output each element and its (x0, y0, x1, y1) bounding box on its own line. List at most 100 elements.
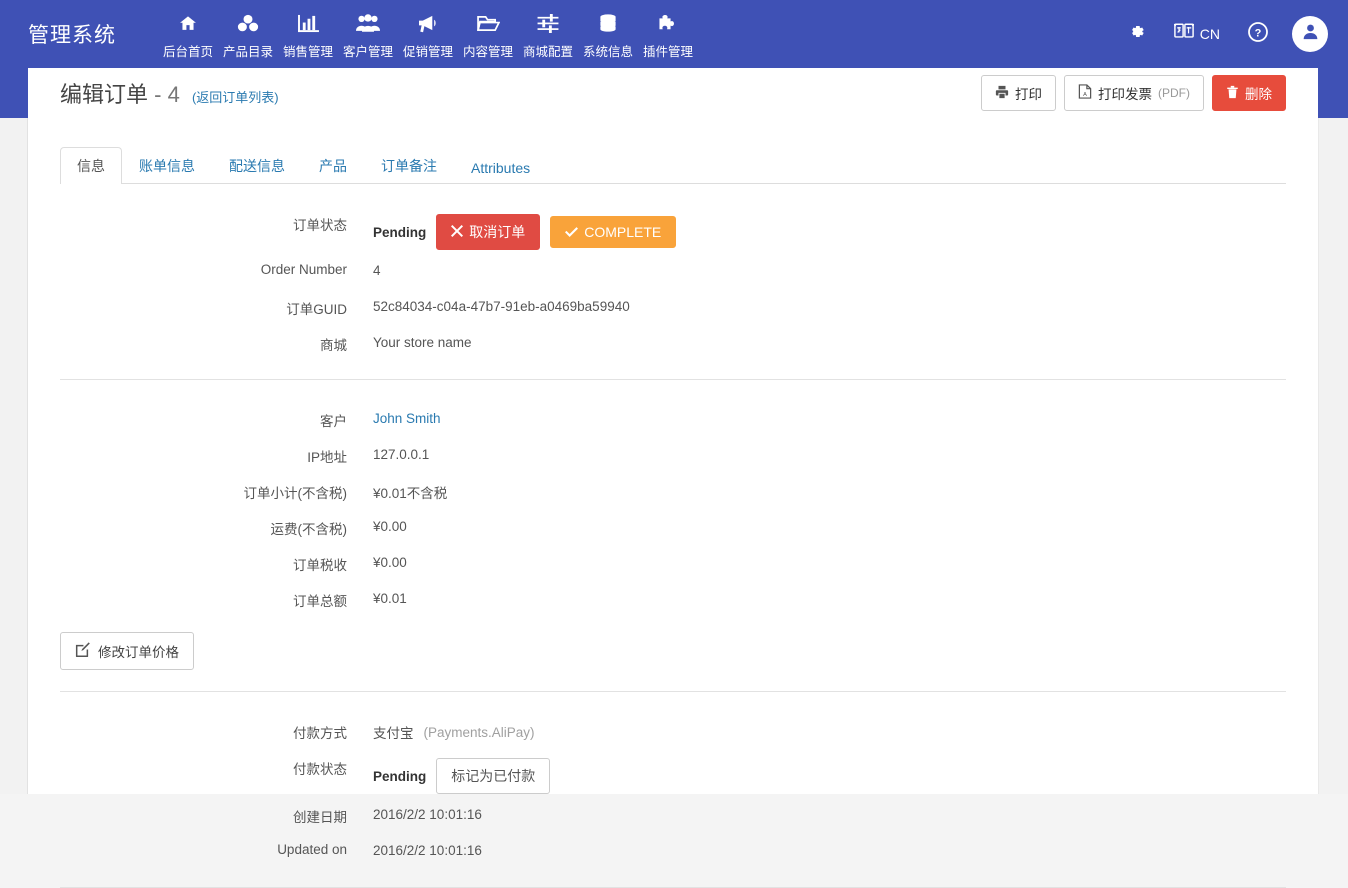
language-switcher[interactable]: CN (1160, 0, 1234, 68)
language-label: CN (1199, 26, 1220, 42)
customer-link[interactable]: John Smith (373, 411, 441, 426)
account-avatar[interactable] (1292, 16, 1328, 52)
edit-order-total-wrap: 修改订单价格 (28, 614, 1318, 670)
tab-billing-info[interactable]: 账单信息 (122, 147, 212, 184)
brand-title: 管理系统 (28, 24, 116, 47)
edit-order-total-label: 修改订单价格 (98, 645, 179, 660)
times-icon (451, 224, 464, 240)
order-info-form: 订单状态 Pending 取消订单 COMPLETE Order Number … (28, 184, 1318, 358)
customer-info-form: 客户 John Smith IP地址 127.0.0.1 订单小计(不含税) ¥… (28, 380, 1318, 614)
tab-attributes[interactable]: Attributes (454, 151, 547, 184)
page-titlebar: 编辑订单 - 4 (返回订单列表) 打印 A 打印发票 (PDF) 删除 (28, 68, 1318, 118)
print-invoice-suffix: (PDF) (1158, 86, 1190, 100)
row-order-total: 订单总额 ¥0.01 (60, 587, 1286, 614)
order-guid-label: 订单GUID (286, 302, 347, 317)
row-ip-address: IP地址 127.0.0.1 (60, 443, 1286, 470)
row-payment-method: 付款方式 支付宝 (Payments.AliPay) (60, 719, 1286, 746)
order-number-label: Order Number (260, 262, 347, 277)
row-updated-on: Updated on 2016/2/2 10:01:16 (60, 839, 1286, 866)
svg-text:?: ? (1255, 27, 1262, 39)
database-icon (598, 10, 618, 36)
print-button[interactable]: 打印 (981, 75, 1056, 111)
print-invoice-pdf-button[interactable]: A 打印发票 (PDF) (1064, 75, 1204, 111)
nav-item-system[interactable]: 系统信息 (578, 8, 638, 60)
nav-item-promotions[interactable]: 促销管理 (398, 8, 458, 60)
row-store: 商城 Your store name (60, 331, 1286, 358)
nav-item-configuration[interactable]: 商城配置 (518, 8, 578, 60)
question-circle-icon: ? (1248, 21, 1268, 47)
row-order-number: Order Number 4 (60, 259, 1286, 286)
home-icon (177, 10, 199, 36)
created-date-value: 2016/2/2 10:01:16 (373, 807, 482, 822)
back-to-order-list-link[interactable]: (返回订单列表) (192, 90, 279, 105)
nav-item-customers[interactable]: 客户管理 (338, 8, 398, 60)
print-invoice-label: 打印发票 (1098, 87, 1152, 102)
left-sidebar-strip (0, 118, 28, 794)
order-subtotal-label: 订单小计(不含税) (243, 486, 348, 501)
shipping-fee-label: 运费(不含税) (270, 522, 348, 537)
tab-order-notes[interactable]: 订单备注 (364, 147, 454, 184)
language-icon (1173, 22, 1195, 46)
edit-order-total-button[interactable]: 修改订单价格 (60, 632, 194, 670)
updated-on-label: Updated on (277, 842, 347, 857)
nav-label: 产品目录 (222, 45, 273, 59)
nav-item-plugins[interactable]: 插件管理 (638, 8, 698, 60)
order-subtotal-value: ¥0.01不含税 (373, 486, 448, 501)
payment-method-label: 付款方式 (293, 726, 347, 741)
nav-label: 插件管理 (642, 45, 693, 59)
order-number-value: 4 (373, 263, 381, 278)
order-total-value: ¥0.01 (373, 591, 407, 606)
nav-label: 商城配置 (522, 45, 573, 59)
mark-as-paid-button[interactable]: 标记为已付款 (436, 758, 551, 794)
row-shipping-fee: 运费(不含税) ¥0.00 (60, 515, 1286, 542)
delete-button-label: 删除 (1245, 87, 1272, 102)
payment-status-value-group: Pending 标记为已付款 (373, 755, 551, 794)
page-title-text: 编辑订单 (60, 82, 149, 107)
navbar-right-actions: CN ? (1113, 0, 1328, 68)
tab-info[interactable]: 信息 (60, 147, 122, 184)
title-actions: 打印 A 打印发票 (PDF) 删除 (981, 75, 1286, 111)
check-icon (565, 224, 579, 240)
store-label: 商城 (320, 338, 347, 353)
row-order-tax: 订单税收 ¥0.00 (60, 551, 1286, 578)
nav-item-content[interactable]: 内容管理 (458, 8, 518, 60)
payment-status-label: 付款状态 (293, 762, 347, 777)
order-status-value: Pending (373, 224, 427, 240)
right-strip (1318, 118, 1348, 794)
nav-label: 内容管理 (462, 45, 513, 59)
order-total-label: 订单总额 (293, 594, 347, 609)
payment-method-value-group: 支付宝 (Payments.AliPay) (373, 719, 535, 742)
left-blue-rail (0, 68, 28, 118)
shipping-fee-value: ¥0.00 (373, 519, 407, 534)
order-tabs: 信息 账单信息 配送信息 产品 订单备注 Attributes (60, 147, 1286, 184)
bullhorn-icon (417, 10, 440, 36)
edit-square-icon (75, 642, 90, 660)
tab-products[interactable]: 产品 (302, 147, 364, 184)
sliders-icon (537, 10, 559, 36)
nav-item-dashboard[interactable]: 后台首页 (158, 8, 218, 60)
row-order-guid: 订单GUID 52c84034-c04a-47b7-91eb-a0469ba59… (60, 295, 1286, 322)
complete-order-button[interactable]: COMPLETE (550, 216, 677, 248)
page-title: 编辑订单 - 4 (返回订单列表) (60, 77, 279, 109)
order-status-value-group: Pending 取消订单 COMPLETE (373, 211, 677, 250)
cancel-order-button[interactable]: 取消订单 (436, 214, 541, 250)
nav-label: 后台首页 (162, 45, 213, 59)
help-button[interactable]: ? (1234, 0, 1282, 68)
delete-button[interactable]: 删除 (1212, 75, 1286, 111)
payment-method-system-name: (Payments.AliPay) (423, 724, 535, 740)
nav-items: 后台首页 产品目录 销售管理 客户管理 促销管理 内容管理 商城配置 系统信息 … (158, 8, 698, 60)
customer-value-group: John Smith (373, 407, 441, 427)
row-order-subtotal: 订单小计(不含税) ¥0.01不含税 (60, 479, 1286, 506)
ip-address-value: 127.0.0.1 (373, 447, 430, 462)
row-created-date: 创建日期 2016/2/2 10:01:16 (60, 803, 1286, 830)
folder-open-icon (476, 10, 500, 36)
print-button-label: 打印 (1015, 87, 1042, 102)
svg-text:A: A (1083, 92, 1087, 98)
row-payment-status: 付款状态 Pending 标记为已付款 (60, 755, 1286, 794)
bar-chart-icon (297, 10, 319, 36)
nav-item-sales[interactable]: 销售管理 (278, 8, 338, 60)
nav-item-catalog[interactable]: 产品目录 (218, 8, 278, 60)
settings-button[interactable] (1113, 0, 1160, 68)
tab-shipping-info[interactable]: 配送信息 (212, 147, 302, 184)
order-guid-value: 52c84034-c04a-47b7-91eb-a0469ba59940 (373, 299, 630, 314)
